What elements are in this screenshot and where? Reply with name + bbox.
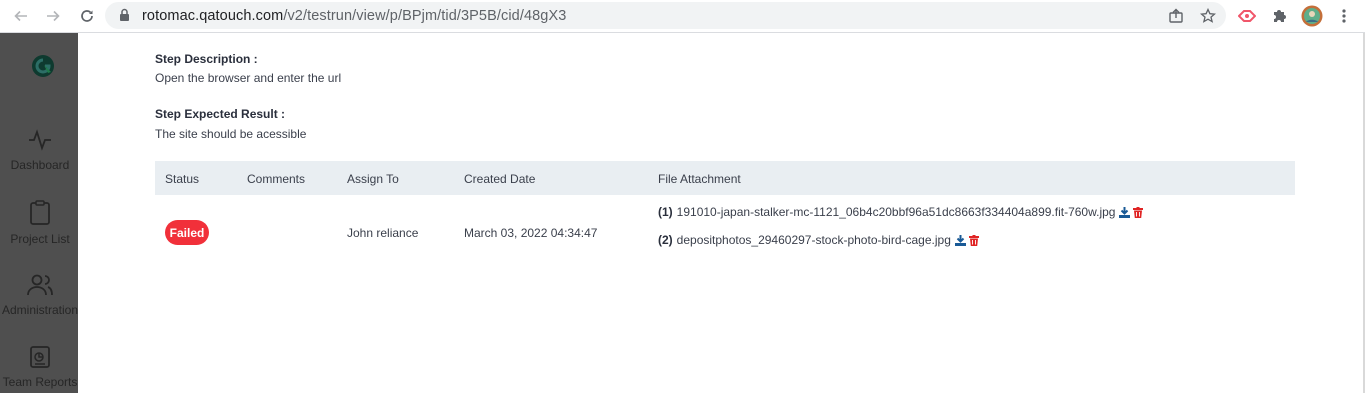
clipboard-icon [0, 200, 82, 226]
download-icon[interactable] [954, 234, 966, 246]
activity-icon [0, 128, 82, 152]
header-comments: Comments [247, 172, 306, 186]
sidebar-item-label: Project List [10, 232, 70, 246]
file-name[interactable]: 191010-japan-stalker-mc-1121_06b4c20bbf9… [677, 205, 1116, 219]
step-description: Open the browser and enter the url [155, 71, 342, 85]
header-file-attachment: File Attachment [658, 172, 741, 186]
lock-icon[interactable] [119, 8, 130, 27]
extension-red-icon[interactable] [1237, 6, 1257, 26]
report-icon [0, 345, 82, 369]
menu-icon[interactable] [1334, 6, 1354, 26]
delete-icon[interactable] [968, 234, 979, 246]
file-attachment-item: (1) 191010-japan-stalker-mc-1121_06b4c20… [658, 205, 1144, 219]
sidebar-item-dashboard[interactable]: Dashboard [0, 128, 82, 172]
download-icon[interactable] [1119, 206, 1131, 218]
app-logo [30, 53, 56, 79]
step-expected-result: The site should be acessible [155, 127, 307, 141]
assignee-name: John reliance [347, 226, 419, 240]
header-created-date: Created Date [464, 172, 536, 186]
back-icon[interactable] [10, 6, 32, 26]
app-sidebar: Dashboard Project List Administration Te… [0, 33, 78, 393]
step-expected-label: Step Expected Result : [155, 107, 286, 121]
header-status: Status [165, 172, 200, 186]
step-result-modal: Step Description : Open the browser and … [78, 33, 1365, 393]
created-date: March 03, 2022 04:34:47 [464, 226, 598, 240]
url-path: /v2/testrun/view/p/BPjm/tid/3P5B/cid/48g… [283, 8, 567, 24]
sidebar-item-label: Dashboard [10, 158, 70, 172]
sidebar-item-team-reports[interactable]: Team Reports [0, 345, 82, 389]
share-icon[interactable] [1167, 7, 1185, 25]
address-bar[interactable]: rotomac.qatouch.com/v2/testrun/view/p/BP… [105, 2, 1226, 29]
star-icon[interactable] [1199, 7, 1217, 25]
users-icon [0, 273, 82, 297]
url-text[interactable]: rotomac.qatouch.com/v2/testrun/view/p/BP… [142, 8, 566, 24]
forward-icon[interactable] [42, 6, 64, 26]
file-name[interactable]: depositphotos_29460297-stock-photo-bird-… [677, 233, 951, 247]
sidebar-item-label: Administration [1, 303, 79, 317]
sidebar-item-administration[interactable]: Administration [0, 273, 82, 317]
delete-icon[interactable] [1133, 206, 1144, 218]
reload-icon[interactable] [76, 6, 98, 26]
header-assign-to: Assign To [347, 172, 399, 186]
sidebar-item-project-list[interactable]: Project List [0, 200, 82, 246]
file-index: (1) [658, 205, 673, 219]
browser-toolbar: rotomac.qatouch.com/v2/testrun/view/p/BP… [0, 0, 1365, 33]
profile-avatar[interactable] [1301, 5, 1323, 27]
status-badge: Failed [165, 220, 209, 245]
file-attachment-item: (2) depositphotos_29460297-stock-photo-b… [658, 233, 979, 247]
results-table-header: Status Comments Assign To Created Date F… [155, 161, 1295, 195]
puzzle-icon[interactable] [1269, 6, 1289, 26]
step-description-label: Step Description : [155, 52, 258, 66]
url-host: rotomac.qatouch.com [142, 8, 284, 24]
sidebar-item-label: Team Reports [2, 375, 78, 389]
file-index: (2) [658, 233, 673, 247]
